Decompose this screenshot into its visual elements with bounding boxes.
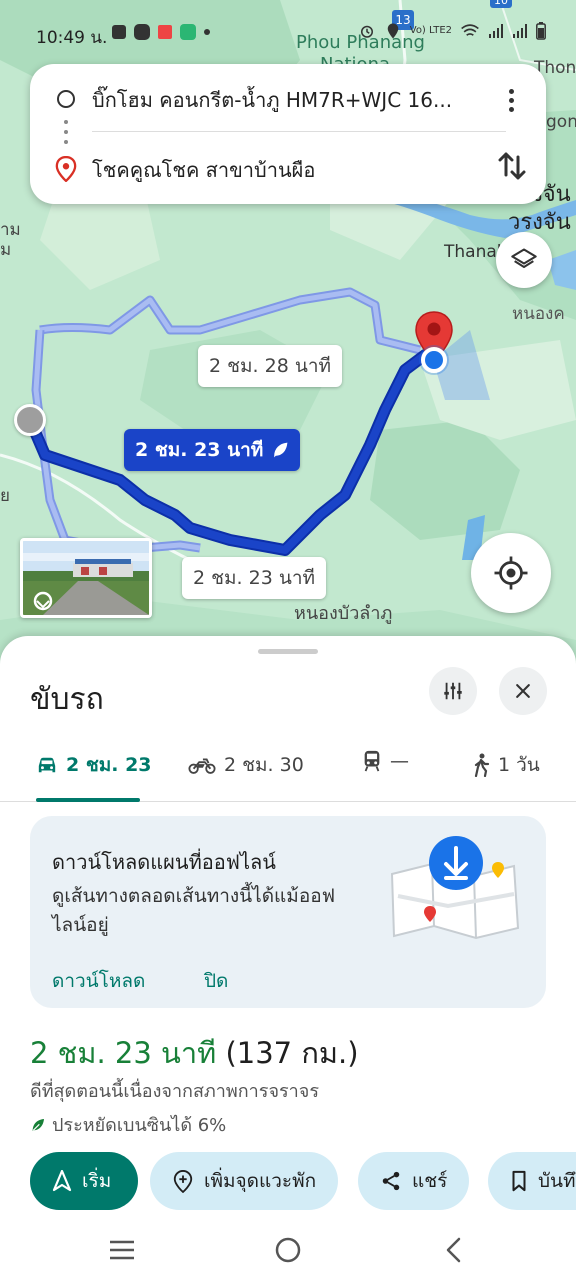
map-label-left-3: ย — [0, 486, 10, 506]
eta-note: ดีที่สุดตอนนี้เนื่องจากสภาพการจราจร — [30, 1081, 319, 1102]
train-icon — [364, 750, 380, 772]
add-location-icon — [173, 1169, 193, 1193]
street-view-thumbnail[interactable] — [20, 538, 152, 618]
status-bar: 10:49 น. Vo) LTE2 — [0, 0, 576, 68]
route-label-main-text: 2 ชม. 23 นาที — [135, 439, 264, 461]
layers-icon — [511, 248, 537, 269]
car-icon — [38, 757, 56, 773]
back-icon — [446, 1237, 461, 1263]
system-nav-bar — [0, 1216, 576, 1280]
origin-marker[interactable] — [14, 404, 46, 436]
share-button[interactable]: แชร์ — [358, 1152, 470, 1210]
status-time: 10:49 น. — [36, 28, 108, 48]
tab-walking[interactable]: 1 วัน — [472, 750, 540, 780]
route-options-button[interactable] — [429, 667, 477, 715]
v-app-icon — [180, 24, 196, 40]
location-icon — [387, 23, 398, 39]
more-options-button[interactable] — [496, 82, 526, 118]
eco-note-text: ประหยัดเบนซินได้ 6% — [52, 1115, 227, 1136]
alarm-icon — [360, 25, 373, 38]
battery-icon — [536, 22, 546, 40]
share-label: แชร์ — [412, 1170, 448, 1192]
sheet-title: ขับรถ — [30, 682, 104, 717]
directions-sheet: ขับรถ 2 ชม. 23 2 ชม. 30 — 1 วัน ดาวน์โหล… — [0, 636, 576, 1280]
add-stop-label: เพิ่มจุดแวะพัก — [204, 1170, 317, 1192]
tab-driving[interactable]: 2 ชม. 23 — [36, 750, 152, 780]
recent-apps-button[interactable] — [102, 1230, 142, 1270]
signal-2-icon — [513, 24, 527, 38]
dismiss-button[interactable]: ปิด — [204, 966, 228, 996]
offline-map-illustration — [390, 836, 520, 940]
tab-transit-label: — — [390, 750, 409, 772]
destination-pin-small-icon — [55, 156, 77, 182]
map-label-gong: gon — [546, 112, 576, 132]
walking-icon — [474, 753, 490, 777]
add-stop-button[interactable]: เพิ่มจุดแวะพัก — [150, 1152, 339, 1210]
destination-input[interactable]: โชคคูณโชค สาขาบ้านผือ — [92, 154, 315, 186]
origin-circle-icon — [57, 90, 75, 108]
back-button[interactable] — [434, 1230, 474, 1270]
close-icon — [516, 684, 530, 698]
tab-driving-label: 2 ชม. 23 — [66, 754, 152, 776]
tab-active-indicator — [36, 798, 140, 802]
swap-icon[interactable] — [494, 148, 530, 184]
tab-motorcycle[interactable]: 2 ชม. 30 — [188, 750, 304, 780]
divider — [92, 131, 506, 132]
save-label: บันทึก — [538, 1170, 576, 1192]
offline-card-body: ดูเส้นทางตลอดเส้นทางนี้ได้แม้ออฟไลน์อยู่ — [52, 885, 336, 936]
network-label: Vo) LTE2 — [409, 25, 452, 36]
signal-icon — [489, 24, 503, 38]
layers-button[interactable] — [496, 232, 552, 288]
tune-icon — [444, 682, 462, 700]
leaf-icon — [32, 1118, 44, 1131]
offline-map-card: ดาวน์โหลดแผนที่ออฟไลน์ ดูเส้นทางตลอดเส้น… — [30, 816, 546, 1008]
app-icon — [112, 25, 126, 39]
map-label-thanaleng: Thanal — [444, 242, 502, 262]
map-label-nong-khai: หนองค — [512, 304, 565, 324]
eco-note: ประหยัดเบนซินได้ 6% — [30, 1110, 226, 1139]
crosshair-icon — [494, 556, 528, 590]
recent-apps-icon — [110, 1240, 134, 1260]
bookmark-icon — [512, 1170, 526, 1192]
eta-summary: 2 ชม. 23 นาที (137 กม.) — [30, 1030, 359, 1076]
origin-input[interactable]: บิ๊กโฮม คอนกรีต-น้ำภู HM7R+WJC 16... — [92, 84, 482, 116]
current-location-dot — [421, 347, 447, 373]
route-label-alt-1[interactable]: 2 ชม. 28 นาที — [198, 345, 343, 387]
navigation-arrow-icon — [52, 1170, 72, 1192]
eta-distance: (137 กม.) — [225, 1036, 359, 1070]
directions-card: บิ๊กโฮม คอนกรีต-น้ำภู HM7R+WJC 16... โชค… — [30, 64, 546, 204]
system-icons: Vo) LTE2 — [358, 22, 546, 40]
notification-icons — [112, 24, 210, 40]
route-label-alt-2[interactable]: 2 ชม. 23 นาที — [182, 557, 327, 599]
action-chips: เริ่ม เพิ่มจุดแวะพัก แชร์ บันทึก — [30, 1152, 576, 1210]
tab-transit[interactable]: — — [362, 750, 409, 772]
save-button[interactable]: บันทึก — [488, 1152, 576, 1210]
line-icon — [134, 24, 150, 40]
wifi-icon — [461, 24, 479, 36]
tab-walking-label: 1 วัน — [498, 754, 540, 776]
play-store-icon — [158, 25, 172, 39]
motorcycle-icon — [188, 758, 216, 774]
download-button[interactable]: ดาวน์โหลด — [52, 966, 145, 996]
close-button[interactable] — [499, 667, 547, 715]
home-icon — [275, 1237, 301, 1263]
more-notifications-icon — [204, 29, 210, 35]
route-label-main[interactable]: 2 ชม. 23 นาที — [124, 429, 301, 471]
start-label: เริ่ม — [82, 1170, 112, 1192]
map-label-left-2: ม — [0, 240, 12, 260]
offline-card-title: ดาวน์โหลดแผนที่ออฟไลน์ — [52, 850, 276, 874]
sheet-drag-handle[interactable] — [258, 649, 318, 654]
eco-leaf-icon — [274, 442, 288, 458]
route-dots-icon — [64, 120, 68, 144]
street-view-image — [23, 541, 149, 615]
share-icon — [382, 1171, 400, 1191]
start-button[interactable]: เริ่ม — [30, 1152, 138, 1210]
map-label-nong-bua-lamphu: หนองบัวลำภู — [294, 603, 393, 624]
travel-mode-tabs: 2 ชม. 23 2 ชม. 30 — 1 วัน — [0, 736, 576, 802]
my-location-button[interactable] — [471, 533, 551, 613]
tab-motorcycle-label: 2 ชม. 30 — [224, 754, 304, 776]
eta-duration: 2 ชม. 23 นาที — [30, 1036, 217, 1070]
home-button[interactable] — [268, 1230, 308, 1270]
